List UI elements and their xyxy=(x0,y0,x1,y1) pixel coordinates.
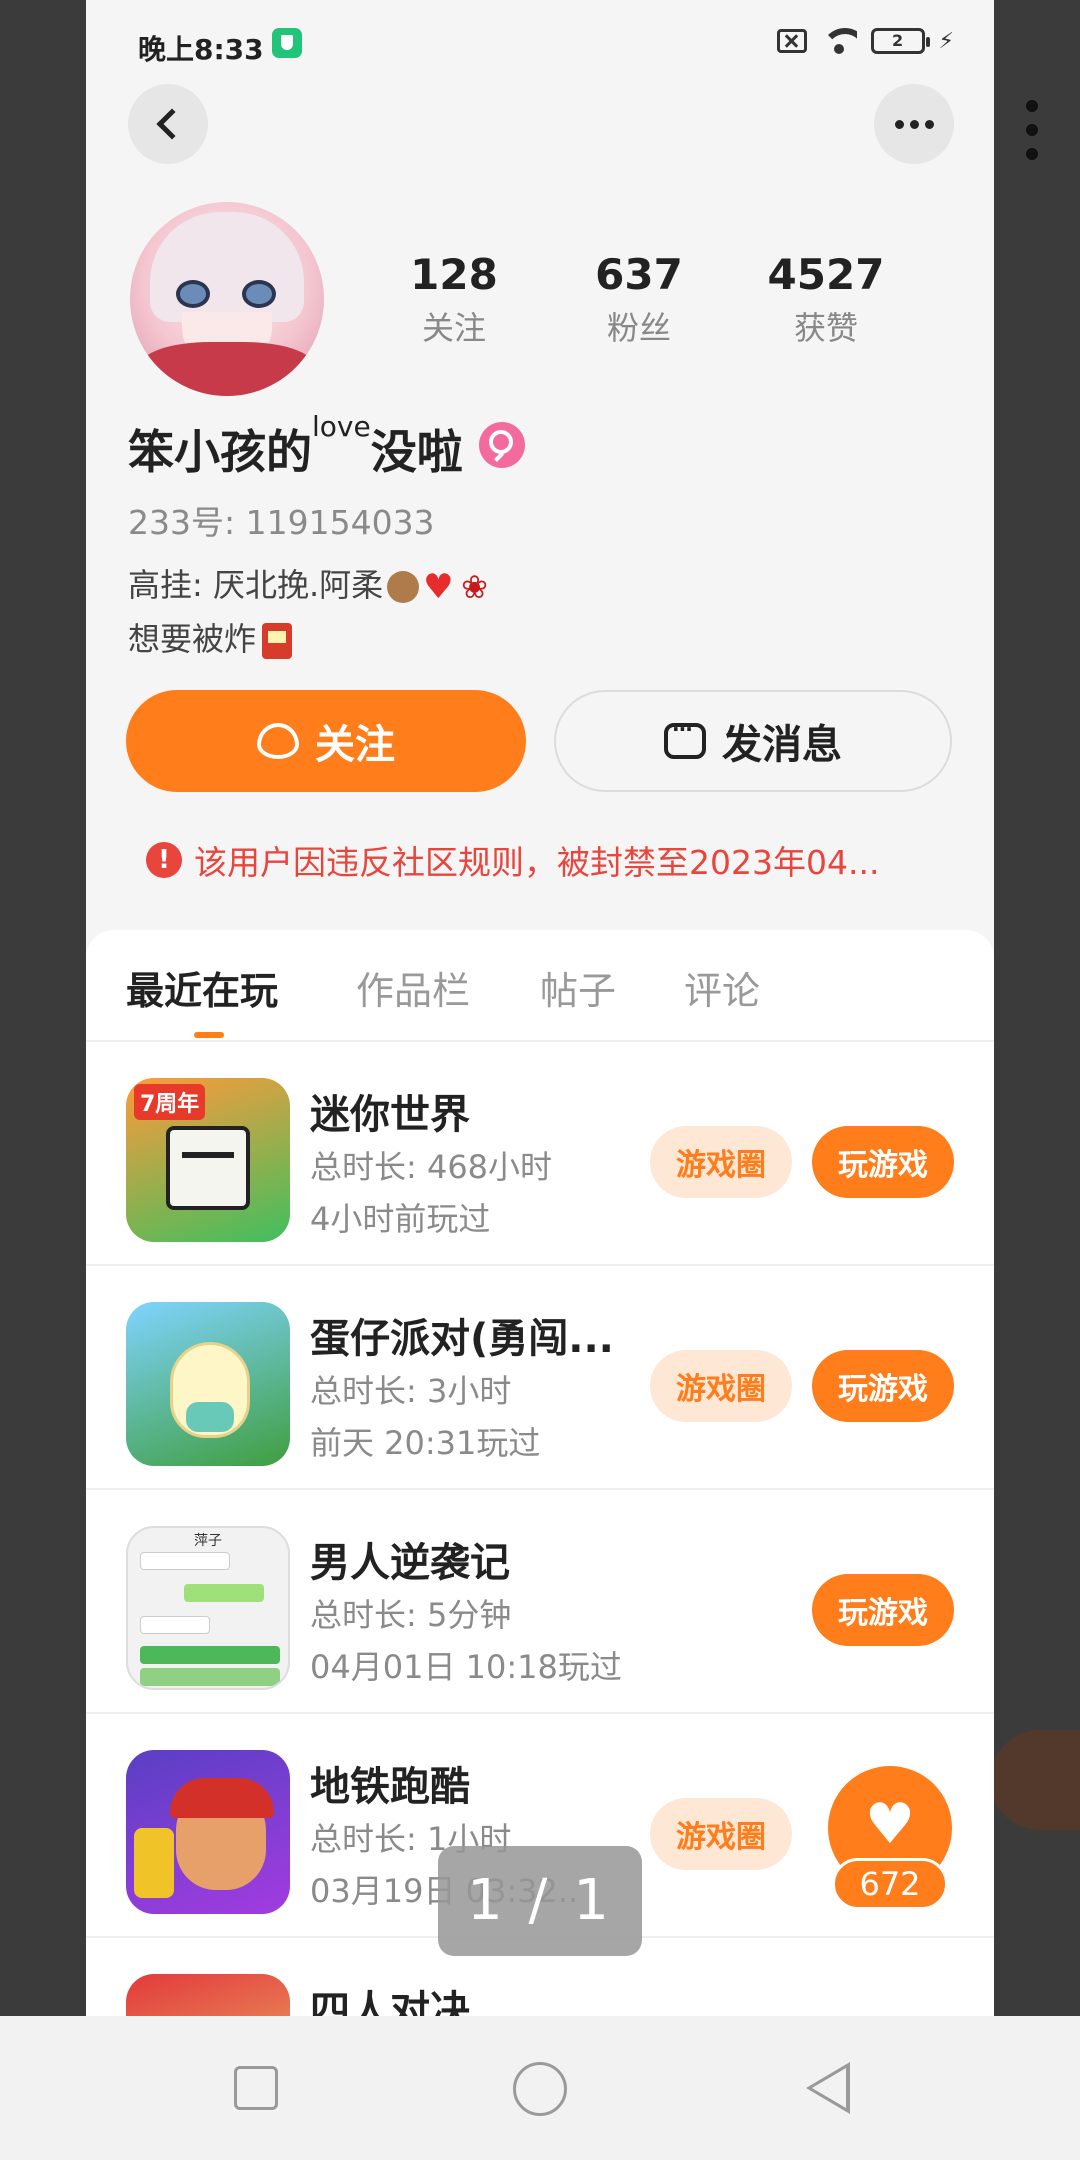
tab-comments[interactable]: 评论 xyxy=(684,960,760,1015)
game-name: 迷你世界 xyxy=(310,1092,470,1138)
chat-bubble-icon xyxy=(664,717,706,759)
no-sim-icon xyxy=(776,29,807,53)
send-message-button[interactable]: 发消息 xyxy=(554,690,952,792)
game-name: 男人逆袭记 xyxy=(310,1540,510,1586)
chevron-left-icon xyxy=(156,108,188,140)
game-row[interactable]: 7周年 迷你世界 总时长: 468小时 4小时前玩过 游戏圈 玩游戏 xyxy=(86,1042,994,1266)
background-more-icon xyxy=(1026,100,1040,172)
subway-surfers-game-icon[interactable] xyxy=(126,1750,290,1914)
nickname-end: 没啦 xyxy=(370,425,463,479)
mini-world-game-icon[interactable]: 7周年 xyxy=(126,1078,290,1242)
heart-icon: ♥ xyxy=(864,1792,916,1857)
game-row[interactable]: 萍子 男人逆袭记 总时长: 5分钟 04月01日 10:18玩过 玩游戏 xyxy=(86,1490,994,1714)
game-row[interactable]: 蛋仔派对(勇闯... 总时长: 3小时 前天 20:31玩过 游戏圈 玩游戏 xyxy=(86,1266,994,1490)
game-last-played: 04月01日 10:18玩过 xyxy=(310,1648,622,1686)
ban-notice-text: 该用户因违反社区规则，被封禁至2023年04... xyxy=(194,843,880,882)
active-tab-indicator xyxy=(194,1032,224,1038)
rose-emoji-icon: ❀ xyxy=(461,568,488,606)
heart-emoji-icon: ♥ xyxy=(423,567,454,607)
more-button[interactable] xyxy=(874,84,954,164)
stat-label: 关注 xyxy=(421,309,486,347)
avatar[interactable] xyxy=(130,202,324,396)
comeback-game-icon[interactable]: 萍子 xyxy=(126,1526,290,1690)
like-count: 672 xyxy=(832,1858,948,1910)
game-last-played: 前天 20:31玩过 xyxy=(310,1424,541,1462)
play-game-button[interactable]: 玩游戏 xyxy=(812,1574,954,1646)
security-shield-icon xyxy=(272,28,302,58)
tab-bar: 最近在玩 作品栏 帖子 评论 xyxy=(86,930,994,1042)
more-dots-icon xyxy=(894,119,934,129)
charging-icon: ⚡ xyxy=(938,28,954,54)
wifi-icon xyxy=(820,28,857,54)
play-game-button[interactable]: 玩游戏 xyxy=(812,1126,954,1198)
home-icon[interactable] xyxy=(513,2062,567,2116)
monkey-emoji-icon xyxy=(387,571,420,603)
stat-value: 4527 xyxy=(767,250,885,299)
bio: 高挂: 厌北挽.阿柔 ♥ ❀ 想要被炸 xyxy=(128,558,491,666)
game-circle-button[interactable]: 游戏圈 xyxy=(650,1798,792,1870)
game-name: 地铁跑酷 xyxy=(310,1764,470,1810)
game-name: 四人对决 xyxy=(310,1988,470,2016)
game-last-played: 4小时前玩过 xyxy=(310,1200,491,1238)
image-pager: 1 / 1 xyxy=(438,1846,642,1956)
game-duration: 总时长: 3小时 xyxy=(310,1372,512,1410)
game-duration: 总时长: 468小时 xyxy=(310,1148,553,1186)
follow-button[interactable]: 关注 xyxy=(126,690,526,792)
stat-value: 637 xyxy=(595,250,683,299)
tab-posts[interactable]: 帖子 xyxy=(540,960,616,1015)
ban-notice: ! 该用户因违反社区规则，被封禁至2023年04... xyxy=(146,836,879,884)
stat-value: 128 xyxy=(410,250,498,299)
play-game-button[interactable]: 玩游戏 xyxy=(812,1350,954,1422)
stat-label: 粉丝 xyxy=(606,309,671,347)
follow-label: 关注 xyxy=(315,722,395,768)
four-player-game-icon[interactable] xyxy=(126,1974,290,2016)
tab-recently-played[interactable]: 最近在玩 xyxy=(126,960,278,1015)
eggy-party-game-icon[interactable] xyxy=(126,1302,290,1466)
game-circle-button[interactable]: 游戏圈 xyxy=(650,1126,792,1198)
status-bar: 晚上8:33 2 ⚡ xyxy=(86,0,994,90)
stat-label: 获赞 xyxy=(793,309,858,347)
status-time: 晚上8:33 xyxy=(138,33,264,66)
stat-following[interactable]: 128 关注 xyxy=(374,250,534,349)
nickname-superscript: love xyxy=(312,410,371,443)
back-button[interactable] xyxy=(128,84,208,164)
nickname: 笨小孩的 love 没啦 xyxy=(128,410,525,482)
bio-line-2: 想要被炸 xyxy=(128,620,257,658)
user-id: 233号: 119154033 xyxy=(128,503,435,542)
bio-line-1: 高挂: 厌北挽.阿柔 xyxy=(128,566,384,604)
system-nav-bar xyxy=(0,2016,1080,2160)
stat-followers[interactable]: 637 粉丝 xyxy=(559,250,719,349)
mailbox-emoji-icon xyxy=(262,623,293,659)
warning-icon: ! xyxy=(146,842,182,878)
tab-works[interactable]: 作品栏 xyxy=(356,960,470,1015)
profile-card: 晚上8:33 2 ⚡ 128 关注 637 粉丝 4527 获赞 笨小孩的 lo… xyxy=(86,0,994,2016)
game-circle-button[interactable]: 游戏圈 xyxy=(650,1350,792,1422)
nickname-main: 笨小孩的 xyxy=(128,425,312,479)
game-duration: 总时长: 5分钟 xyxy=(310,1596,512,1634)
stat-likes[interactable]: 4527 获赞 xyxy=(746,250,906,349)
game-name: 蛋仔派对(勇闯... xyxy=(310,1316,614,1362)
recent-apps-icon[interactable] xyxy=(234,2066,278,2110)
back-triangle-icon[interactable] xyxy=(806,2062,850,2114)
heart-plus-icon xyxy=(257,723,299,759)
battery-icon: 2 xyxy=(870,28,930,54)
background-like-button xyxy=(990,1730,1080,1830)
female-gender-icon xyxy=(478,422,525,468)
message-label: 发消息 xyxy=(722,722,842,768)
